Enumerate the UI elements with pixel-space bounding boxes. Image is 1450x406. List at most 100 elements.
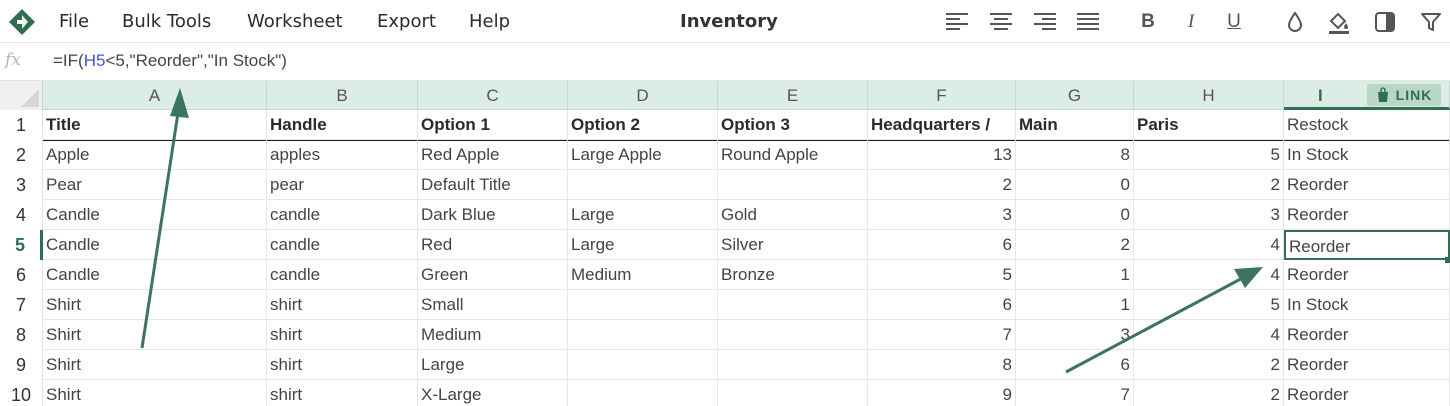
table-cell[interactable]: Shirt [43,350,267,380]
column-title-cell[interactable]: Option 2 [568,110,718,140]
table-cell[interactable]: Reorder [1284,350,1450,380]
table-cell[interactable]: Reorder [1284,380,1450,406]
text-color-drop-icon[interactable] [1282,9,1308,35]
column-header-f[interactable]: F [868,81,1016,110]
table-cell[interactable]: 0 [1016,170,1134,200]
row-header-4[interactable]: 4 [0,200,43,230]
table-cell[interactable]: 2 [1016,230,1134,260]
table-cell[interactable]: 7 [868,320,1016,350]
table-cell[interactable]: Large [568,230,718,260]
table-cell[interactable]: Reorder [1284,230,1450,260]
table-cell[interactable]: 5 [1134,290,1284,320]
row-header-6[interactable]: 6 [0,260,43,290]
table-cell[interactable]: 4 [1134,260,1284,290]
underline-icon[interactable]: U [1221,9,1247,35]
table-cell[interactable]: 9 [868,380,1016,406]
row-header-10[interactable]: 10 [0,380,43,406]
column-header-d[interactable]: D [568,81,718,110]
table-cell[interactable] [568,380,718,406]
row-header-8[interactable]: 8 [0,320,43,350]
table-cell[interactable]: Gold [718,200,868,230]
table-cell[interactable] [718,320,868,350]
table-cell[interactable] [568,290,718,320]
table-cell[interactable]: Candle [43,230,267,260]
column-header-b[interactable]: B [267,81,418,110]
column-title-cell[interactable]: Option 1 [418,110,568,140]
table-cell[interactable]: In Stock [1284,290,1450,320]
table-cell[interactable]: 3 [1134,200,1284,230]
table-cell[interactable]: Apple [43,140,267,170]
filter-icon[interactable] [1418,9,1444,35]
menu-file[interactable]: File [59,0,89,43]
table-cell[interactable]: Small [418,290,568,320]
table-cell[interactable]: candle [267,260,418,290]
align-right-icon[interactable] [1032,9,1058,35]
table-cell[interactable]: 8 [1016,140,1134,170]
bold-icon[interactable]: B [1135,9,1161,35]
table-cell[interactable]: 5 [868,260,1016,290]
table-cell[interactable]: Bronze [718,260,868,290]
align-left-icon[interactable] [944,9,970,35]
row-header-3[interactable]: 3 [0,170,43,200]
column-header-g[interactable]: G [1016,81,1134,110]
table-cell[interactable]: 3 [1016,320,1134,350]
row-header-1[interactable]: 1 [0,110,43,140]
table-cell[interactable]: 4 [1134,230,1284,260]
table-cell[interactable]: Reorder [1284,200,1450,230]
table-cell[interactable]: Medium [418,320,568,350]
table-cell[interactable]: shirt [267,320,418,350]
table-cell[interactable]: 13 [868,140,1016,170]
table-cell[interactable] [718,290,868,320]
table-cell[interactable]: shirt [267,380,418,406]
column-title-cell[interactable]: Restock [1284,110,1450,140]
table-cell[interactable]: 5 [1134,140,1284,170]
table-cell[interactable]: 6 [868,290,1016,320]
table-cell[interactable]: Pear [43,170,267,200]
align-justify-icon[interactable] [1075,9,1101,35]
select-all-corner[interactable] [0,81,43,110]
app-logo-icon[interactable] [8,8,36,36]
table-cell[interactable]: Candle [43,200,267,230]
column-panel-icon[interactable] [1372,9,1398,35]
table-cell[interactable]: candle [267,200,418,230]
formula-input[interactable]: =IF(H5<5,"Reorder","In Stock") [53,51,287,71]
table-cell[interactable]: 2 [1134,380,1284,406]
table-cell[interactable]: 1 [1016,290,1134,320]
column-title-cell[interactable]: Handle [267,110,418,140]
table-cell[interactable] [718,380,868,406]
menu-worksheet[interactable]: Worksheet [247,0,343,43]
table-cell[interactable]: 4 [1134,320,1284,350]
table-cell[interactable]: Large Apple [568,140,718,170]
table-cell[interactable]: Reorder [1284,260,1450,290]
fill-handle[interactable] [1445,257,1450,263]
table-cell[interactable]: In Stock [1284,140,1450,170]
row-header-7[interactable]: 7 [0,290,43,320]
column-header-a[interactable]: A [43,81,267,110]
column-header-e[interactable]: E [718,81,868,110]
row-header-5[interactable]: 5 [0,230,43,260]
table-cell[interactable]: Reorder [1284,320,1450,350]
table-cell[interactable]: 6 [1016,350,1134,380]
table-cell[interactable]: Reorder [1284,170,1450,200]
table-cell[interactable]: shirt [267,290,418,320]
table-cell[interactable]: Medium [568,260,718,290]
table-cell[interactable]: Green [418,260,568,290]
menu-export[interactable]: Export [377,0,436,43]
align-center-icon[interactable] [988,9,1014,35]
table-cell[interactable] [568,320,718,350]
table-cell[interactable]: 0 [1016,200,1134,230]
table-cell[interactable]: Red [418,230,568,260]
table-cell[interactable] [718,350,868,380]
table-cell[interactable]: 3 [868,200,1016,230]
menu-bulk-tools[interactable]: Bulk Tools [122,0,211,43]
table-cell[interactable]: Shirt [43,320,267,350]
table-cell[interactable] [568,170,718,200]
column-title-cell[interactable]: Paris [1134,110,1284,140]
table-cell[interactable]: Default Title [418,170,568,200]
table-cell[interactable]: Large [418,350,568,380]
table-cell[interactable]: 2 [868,170,1016,200]
italic-icon[interactable]: I [1178,9,1204,35]
table-cell[interactable]: Dark Blue [418,200,568,230]
column-title-cell[interactable]: Title [43,110,267,140]
column-header-c[interactable]: C [418,81,568,110]
